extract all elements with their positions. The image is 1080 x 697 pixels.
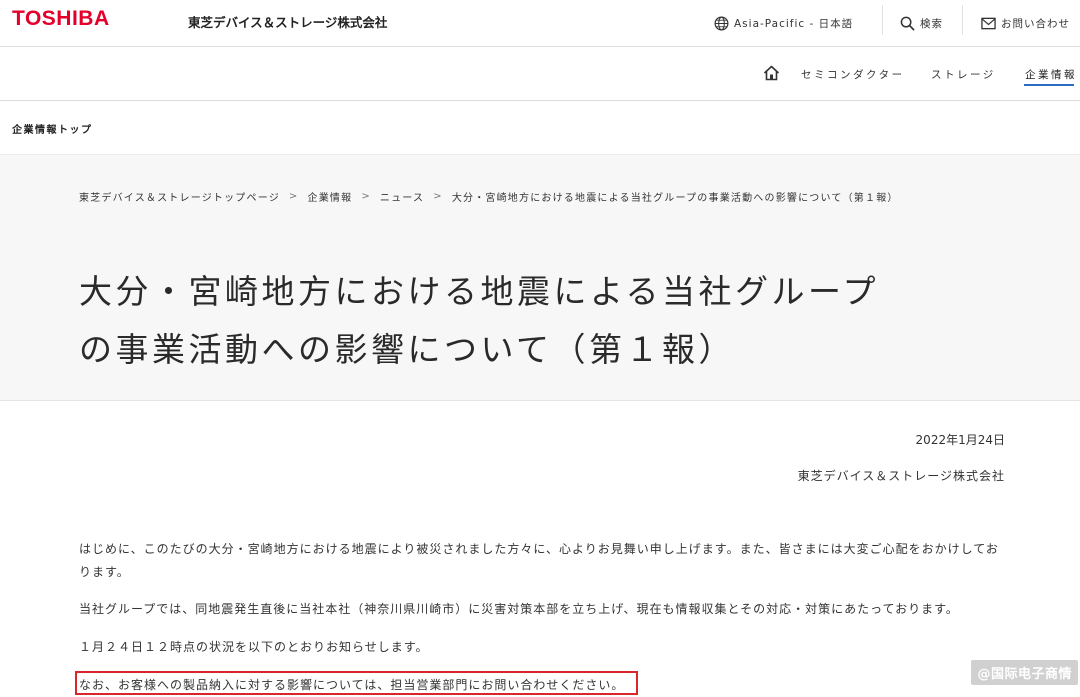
article-paragraph: はじめに、このたびの大分・宮崎地方における地震により被災されました方々に、心より… bbox=[79, 542, 999, 579]
divider bbox=[882, 5, 883, 35]
page-title-line-2: の事業活動への影響について（第１報） bbox=[79, 330, 736, 369]
home-icon[interactable] bbox=[763, 65, 780, 81]
page-hero: 東芝デバイス＆ストレージトップページ > 企業情報 > ニュース > 大分・宮崎… bbox=[0, 155, 1080, 401]
company-name[interactable]: 東芝デバイス＆ストレージ株式会社 bbox=[188, 12, 387, 31]
nav-item-corporate[interactable]: 企業情報 bbox=[1025, 67, 1077, 82]
chevron-right-icon: > bbox=[433, 191, 443, 202]
search-label: 検索 bbox=[920, 17, 943, 30]
article-paragraph: 当社グループでは、同地震発生直後に当社本社（神奈川県川崎市）に災害対策本部を立ち… bbox=[79, 602, 959, 616]
highlight-annotation-box bbox=[75, 671, 638, 695]
chevron-right-icon: > bbox=[361, 191, 371, 202]
watermark: @国际电子商情 bbox=[971, 660, 1078, 685]
article-paragraph: １月２４日１２時点の状況を以下のとおりお知らせします。 bbox=[79, 640, 429, 654]
contact-label: お問い合わせ bbox=[1001, 17, 1070, 30]
nav-item-storage[interactable]: ストレージ bbox=[931, 67, 996, 82]
local-nav: 企業情報トップ bbox=[0, 101, 1080, 155]
active-nav-indicator bbox=[1024, 84, 1074, 86]
page-title-line-1: 大分・宮崎地方における地震による当社グループ bbox=[79, 272, 880, 311]
region-label: Asia-Pacific - 日本語 bbox=[734, 17, 854, 30]
search-icon bbox=[900, 16, 915, 30]
region-selector[interactable]: Asia-Pacific - 日本語 bbox=[714, 0, 853, 46]
breadcrumb: 東芝デバイス＆ストレージトップページ > 企業情報 > ニュース > 大分・宮崎… bbox=[79, 189, 899, 204]
issuer-name: 東芝デバイス＆ストレージ株式会社 bbox=[797, 469, 1005, 483]
local-nav-title[interactable]: 企業情報トップ bbox=[12, 121, 93, 136]
breadcrumb-item-corporate[interactable]: 企業情報 bbox=[308, 189, 353, 204]
publish-date: 2022年1月24日 bbox=[915, 433, 1005, 447]
divider bbox=[962, 5, 963, 35]
mail-icon bbox=[981, 17, 996, 29]
nav-item-semiconductor[interactable]: セミコンダクター bbox=[801, 67, 905, 82]
toshiba-logo[interactable]: TOSHIBA bbox=[12, 7, 110, 31]
global-nav: セミコンダクター ストレージ 企業情報 bbox=[0, 47, 1080, 101]
top-header: TOSHIBA 東芝デバイス＆ストレージ株式会社 Asia-Pacific - … bbox=[0, 0, 1080, 47]
breadcrumb-item-current: 大分・宮崎地方における地震による当社グループの事業活動への影響について（第１報） bbox=[451, 193, 899, 204]
breadcrumb-item-top[interactable]: 東芝デバイス＆ストレージトップページ bbox=[79, 189, 280, 204]
globe-icon bbox=[714, 16, 729, 30]
search-button[interactable]: 検索 bbox=[900, 0, 943, 46]
chevron-right-icon: > bbox=[288, 191, 299, 202]
breadcrumb-item-news[interactable]: ニュース bbox=[380, 189, 424, 204]
contact-button[interactable]: お問い合わせ bbox=[981, 0, 1070, 46]
page-title: 大分・宮崎地方における地震による当社グループ の事業活動への影響について（第１報… bbox=[79, 263, 1009, 379]
